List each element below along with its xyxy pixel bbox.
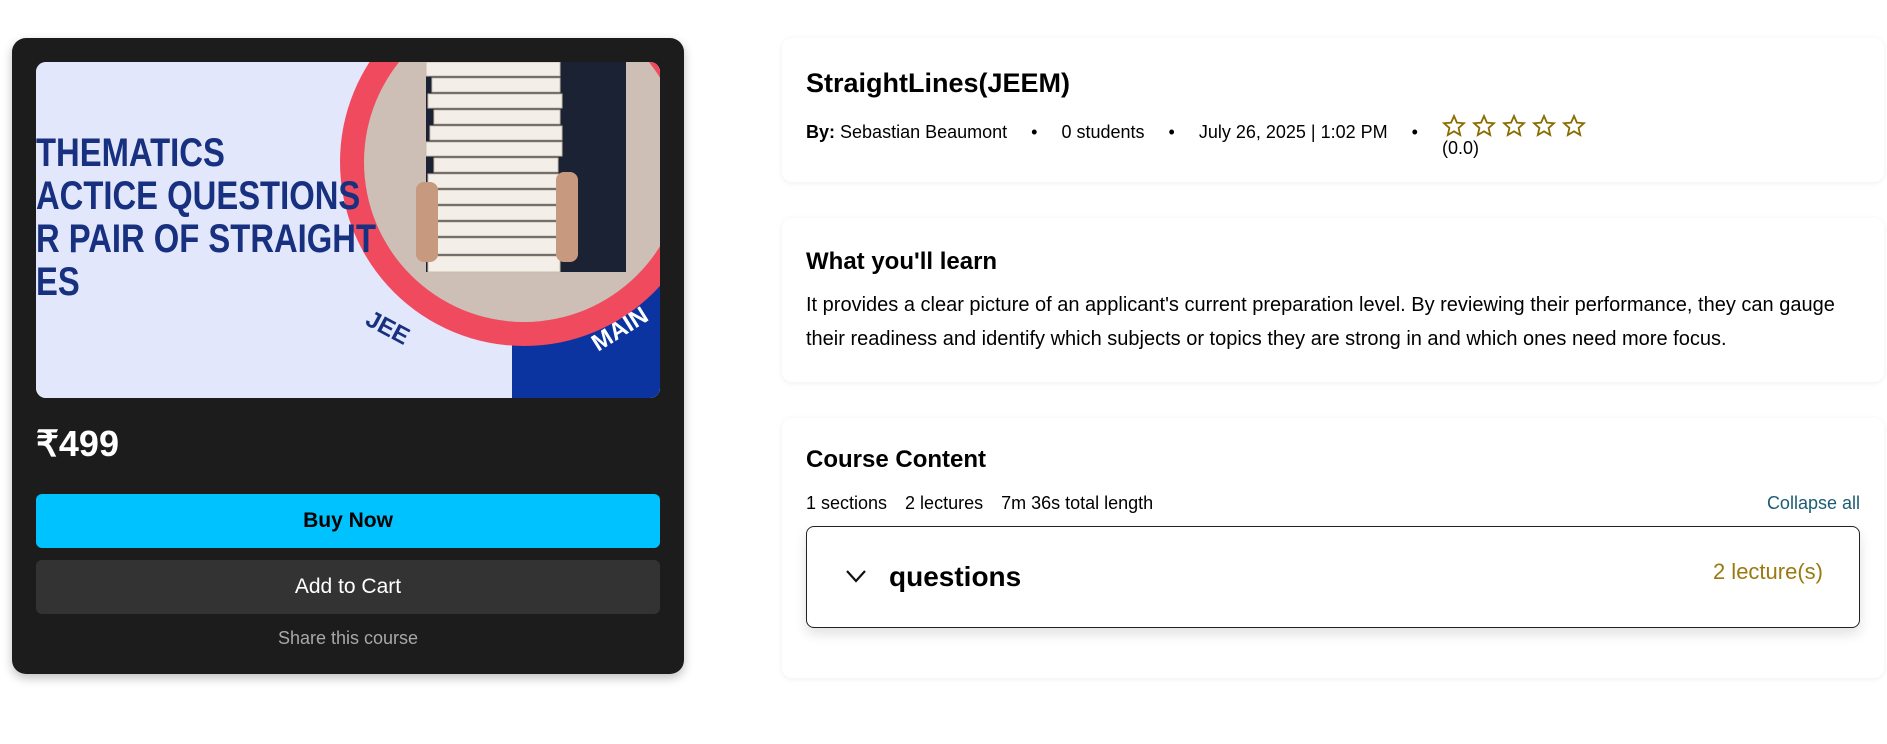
- rating-value: (0.0): [1441, 138, 1479, 158]
- total-length: 7m 36s total length: [1001, 493, 1154, 513]
- section-lecture-count: 2 lecture(s): [1712, 559, 1823, 584]
- course-thumbnail: THEMATICS ACTICE QUESTIONS R PAIR OF STR…: [36, 62, 660, 398]
- course-rating: (0.0): [1441, 114, 1586, 159]
- share-course-link[interactable]: Share this course: [36, 628, 660, 649]
- thumbnail-line-3: R PAIR OF STRAIGHT: [36, 216, 376, 261]
- course-content-panel: Course Content 1 sections 2 lectures 7m …: [782, 418, 1884, 678]
- star-empty-icon: [1501, 114, 1526, 137]
- author-by-label: By:: [806, 122, 836, 142]
- rating-stars: [1441, 114, 1586, 138]
- course-date: July 26, 2025 | 1:02 PM: [1198, 122, 1388, 142]
- section-count: 1 sections: [806, 493, 888, 513]
- meta-separator: •: [1411, 122, 1418, 142]
- chevron-down-icon: [846, 570, 866, 583]
- learn-panel: What you'll learn It provides a clear pi…: [782, 218, 1884, 382]
- content-stats: 1 sections 2 lectures 7m 36s total lengt…: [806, 493, 1153, 514]
- learn-heading: What you'll learn: [806, 248, 998, 275]
- section-accordion[interactable]: questions 2 lecture(s): [806, 526, 1860, 628]
- course-title: StraightLines(JEEM): [806, 68, 1071, 98]
- author-name: Sebastian Beaumont: [840, 122, 1008, 142]
- buy-now-button[interactable]: Buy Now: [36, 494, 660, 548]
- course-header-panel: StraightLines(JEEM) By: Sebastian Beaumo…: [782, 38, 1884, 182]
- meta-separator: •: [1031, 122, 1038, 142]
- star-empty-icon: [1441, 114, 1466, 137]
- star-empty-icon: [1531, 114, 1556, 137]
- meta-separator: •: [1168, 122, 1175, 142]
- course-purchase-card: THEMATICS ACTICE QUESTIONS R PAIR OF STR…: [12, 38, 684, 674]
- lecture-count: 2 lectures: [905, 493, 984, 513]
- thumbnail-line-4: ES: [36, 259, 80, 304]
- learn-description: It provides a clear picture of an applic…: [806, 294, 1835, 350]
- collapse-all-button[interactable]: Collapse all: [1767, 493, 1860, 514]
- add-to-cart-button[interactable]: Add to Cart: [36, 560, 660, 614]
- content-heading: Course Content: [806, 446, 986, 473]
- thumbnail-line-1: THEMATICS: [36, 130, 225, 175]
- course-author: By: Sebastian Beaumont: [806, 122, 1007, 143]
- course-price: ₹499: [36, 423, 119, 464]
- course-meta: By: Sebastian Beaumont • 0 students • Ju…: [806, 114, 1586, 159]
- course-thumbnail-image: THEMATICS ACTICE QUESTIONS R PAIR OF STR…: [36, 62, 660, 398]
- thumbnail-line-2: ACTICE QUESTIONS: [36, 173, 360, 218]
- section-title: questions: [889, 561, 1022, 592]
- student-count: 0 students: [1061, 122, 1145, 142]
- star-empty-icon: [1471, 114, 1496, 137]
- star-empty-icon: [1561, 114, 1586, 137]
